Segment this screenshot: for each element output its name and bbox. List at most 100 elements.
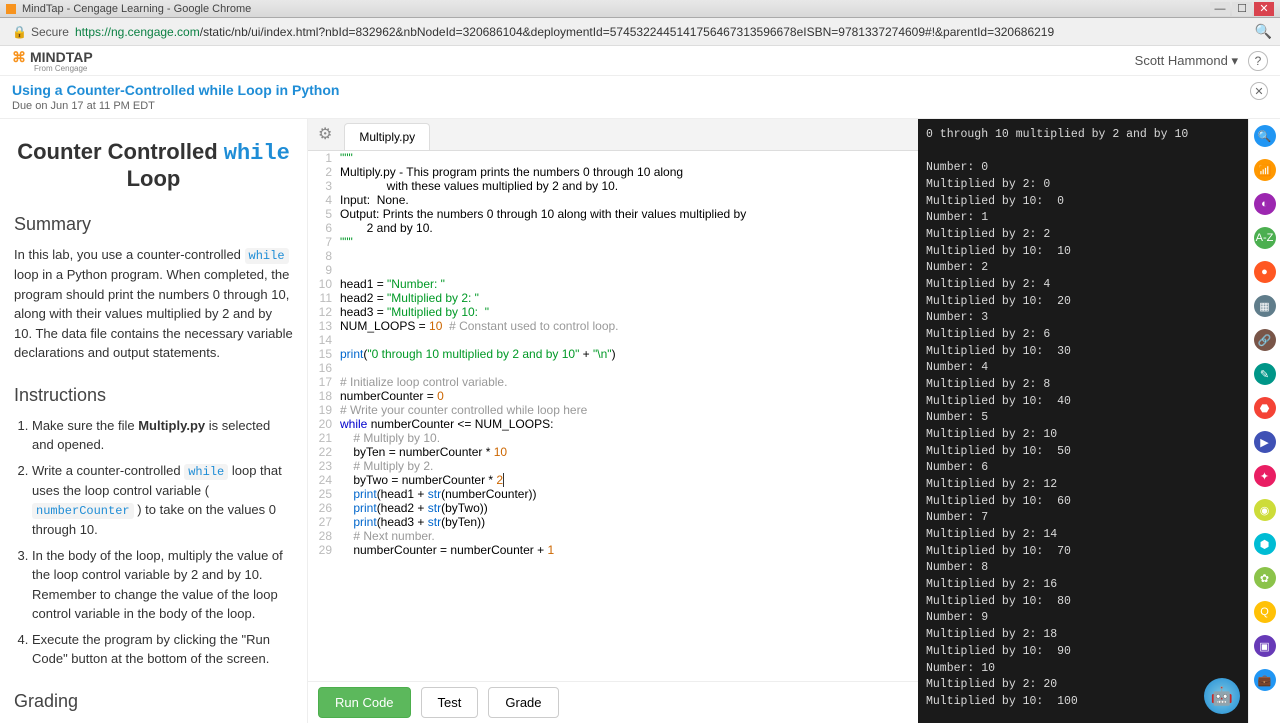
line-number: 6 xyxy=(308,221,340,235)
code-line[interactable]: 6 2 and by 10. xyxy=(308,221,918,235)
code-line[interactable]: 13NUM_LOOPS = 10 # Constant used to cont… xyxy=(308,319,918,333)
secure-indicator: 🔒 Secure xyxy=(8,25,69,39)
window-close-button[interactable]: ✕ xyxy=(1254,2,1274,16)
action-bar: Run Code Test Grade xyxy=(308,681,918,723)
secure-label: Secure xyxy=(31,25,69,39)
app-rail: 🔍 📶 ◐ A-Z ● ▦ 🔗 ✎ ⬣ ▶ ✦ ◉ ⬢ ✿ Q ▣ 💼 xyxy=(1248,119,1280,723)
chat-help-button[interactable]: 🤖 xyxy=(1204,678,1240,714)
url-bar: 🔒 Secure https://ng.cengage.com/static/n… xyxy=(0,18,1280,46)
code-line[interactable]: 16 xyxy=(308,361,918,375)
file-tab[interactable]: Multiply.py xyxy=(344,123,430,150)
output-terminal[interactable]: 0 through 10 multiplied by 2 and by 10 N… xyxy=(918,119,1248,723)
window-minimize-button[interactable]: — xyxy=(1210,2,1230,16)
rail-icon[interactable]: 🔍 xyxy=(1254,125,1276,147)
rail-icon[interactable]: 📶 xyxy=(1254,159,1276,181)
rail-icon[interactable]: ▦ xyxy=(1254,295,1276,317)
window-maximize-button[interactable]: ☐ xyxy=(1232,2,1252,16)
code-line[interactable]: 3 with these values multiplied by 2 and … xyxy=(308,179,918,193)
list-item: Execute the program by clicking the "Run… xyxy=(32,630,293,669)
line-number: 1 xyxy=(308,151,340,165)
code-line[interactable]: 21 # Multiply by 10. xyxy=(308,431,918,445)
help-button[interactable]: ? xyxy=(1248,51,1268,71)
code-line[interactable]: 26 print(head2 + str(byTwo)) xyxy=(308,501,918,515)
run-code-button[interactable]: Run Code xyxy=(318,687,411,718)
page-title: Counter Controlled while Loop xyxy=(14,139,293,192)
code-line[interactable]: 27 print(head3 + str(byTen)) xyxy=(308,515,918,529)
line-number: 14 xyxy=(308,333,340,347)
summary-heading: Summary xyxy=(14,214,293,235)
code-line[interactable]: 19# Write your counter controlled while … xyxy=(308,403,918,417)
line-number: 13 xyxy=(308,319,340,333)
code-line[interactable]: 1""" xyxy=(308,151,918,165)
line-number: 10 xyxy=(308,277,340,291)
line-number: 21 xyxy=(308,431,340,445)
gear-icon[interactable]: ⚙ xyxy=(318,124,332,144)
rail-icon[interactable]: ▶ xyxy=(1254,431,1276,453)
chrome-title: MindTap - Cengage Learning - Google Chro… xyxy=(22,3,251,15)
lesson-header: Using a Counter-Controlled while Loop in… xyxy=(0,76,1280,119)
code-line[interactable]: 15print("0 through 10 multiplied by 2 an… xyxy=(308,347,918,361)
line-number: 3 xyxy=(308,179,340,193)
close-lesson-button[interactable]: ✕ xyxy=(1250,82,1268,100)
line-number: 11 xyxy=(308,291,340,305)
line-number: 28 xyxy=(308,529,340,543)
code-line[interactable]: 18numberCounter = 0 xyxy=(308,389,918,403)
code-editor[interactable]: 1"""2Multiply.py - This program prints t… xyxy=(308,151,918,681)
line-number: 27 xyxy=(308,515,340,529)
knot-icon: ⌘ xyxy=(12,49,26,66)
rail-icon[interactable]: 💼 xyxy=(1254,669,1276,691)
rail-icon[interactable]: ◉ xyxy=(1254,499,1276,521)
user-menu[interactable]: Scott Hammond ▾ xyxy=(1135,53,1238,69)
rail-icon[interactable]: ⬣ xyxy=(1254,397,1276,419)
code-line[interactable]: 11head2 = "Multiplied by 2: " xyxy=(308,291,918,305)
code-line[interactable]: 4Input: None. xyxy=(308,193,918,207)
grading-heading: Grading xyxy=(14,691,293,712)
line-number: 18 xyxy=(308,389,340,403)
code-line[interactable]: 8 xyxy=(308,249,918,263)
rail-icon[interactable]: ✿ xyxy=(1254,567,1276,589)
rail-icon[interactable]: ◐ xyxy=(1254,193,1276,215)
rail-icon[interactable]: ✎ xyxy=(1254,363,1276,385)
line-number: 23 xyxy=(308,459,340,473)
rail-icon[interactable]: ⬢ xyxy=(1254,533,1276,555)
url-text[interactable]: https://ng.cengage.com/static/nb/ui/inde… xyxy=(75,25,1255,39)
code-line[interactable]: 10head1 = "Number: " xyxy=(308,277,918,291)
code-line[interactable]: 9 xyxy=(308,263,918,277)
list-item: Make sure the file Multiply.py is select… xyxy=(32,416,293,455)
code-line[interactable]: 7""" xyxy=(308,235,918,249)
code-line[interactable]: 17# Initialize loop control variable. xyxy=(308,375,918,389)
code-line[interactable]: 23 # Multiply by 2. xyxy=(308,459,918,473)
code-line[interactable]: 2Multiply.py - This program prints the n… xyxy=(308,165,918,179)
rail-icon[interactable]: Q xyxy=(1254,601,1276,623)
grade-button[interactable]: Grade xyxy=(488,687,558,718)
line-number: 5 xyxy=(308,207,340,221)
code-line[interactable]: 12head3 = "Multiplied by 10: " xyxy=(308,305,918,319)
summary-text: In this lab, you use a counter-controlle… xyxy=(14,245,293,363)
line-number: 4 xyxy=(308,193,340,207)
line-number: 15 xyxy=(308,347,340,361)
code-line[interactable]: 28 # Next number. xyxy=(308,529,918,543)
code-line[interactable]: 25 print(head1 + str(numberCounter)) xyxy=(308,487,918,501)
code-line[interactable]: 29 numberCounter = numberCounter + 1 xyxy=(308,543,918,557)
rail-icon[interactable]: A-Z xyxy=(1254,227,1276,249)
instructions-heading: Instructions xyxy=(14,385,293,406)
rail-icon[interactable]: ▣ xyxy=(1254,635,1276,657)
line-number: 25 xyxy=(308,487,340,501)
line-number: 29 xyxy=(308,543,340,557)
code-line[interactable]: 22 byTen = numberCounter * 10 xyxy=(308,445,918,459)
rail-icon[interactable]: ● xyxy=(1254,261,1276,283)
test-button[interactable]: Test xyxy=(421,687,479,718)
rail-icon[interactable]: 🔗 xyxy=(1254,329,1276,351)
brand-logo[interactable]: ⌘ MINDTAP xyxy=(12,49,93,66)
code-line[interactable]: 24 byTwo = numberCounter * 2 xyxy=(308,473,918,487)
brand-name: MINDTAP xyxy=(30,49,93,65)
search-icon[interactable]: 🔍 xyxy=(1255,23,1272,40)
code-line[interactable]: 14 xyxy=(308,333,918,347)
line-number: 7 xyxy=(308,235,340,249)
rail-icon[interactable]: ✦ xyxy=(1254,465,1276,487)
line-number: 8 xyxy=(308,249,340,263)
list-item: In the body of the loop, multiply the va… xyxy=(32,546,293,624)
code-line[interactable]: 5Output: Prints the numbers 0 through 10… xyxy=(308,207,918,221)
list-item: Write a counter-controlled while loop th… xyxy=(32,461,293,540)
code-line[interactable]: 20while numberCounter <= NUM_LOOPS: xyxy=(308,417,918,431)
